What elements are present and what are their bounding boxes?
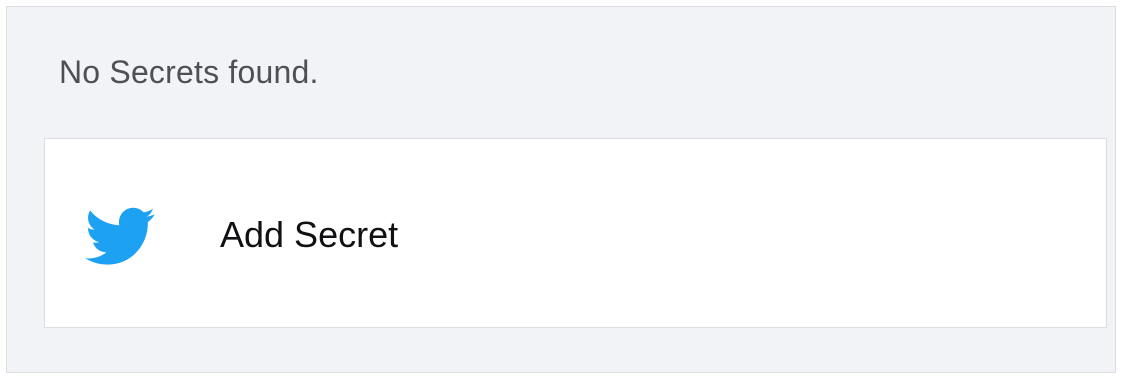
twitter-bird-icon <box>81 201 161 271</box>
add-secret-button[interactable]: Add Secret <box>44 138 1107 328</box>
secrets-panel: No Secrets found. Add Secret <box>6 6 1116 373</box>
add-secret-label: Add Secret <box>220 214 399 255</box>
empty-state-message: No Secrets found. <box>59 54 319 90</box>
